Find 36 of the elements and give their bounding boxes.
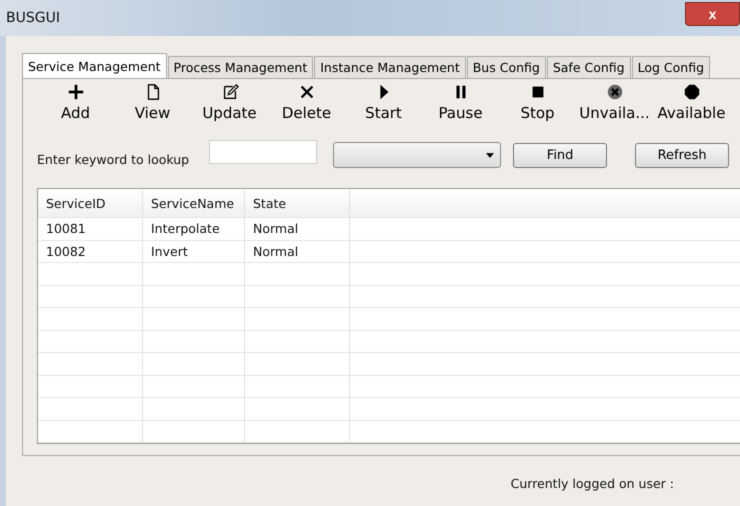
add-icon — [66, 83, 84, 101]
toolbar-button[interactable]: Unvaila... — [576, 81, 653, 124]
table-cell: 10082 — [38, 240, 143, 262]
toolbar-button[interactable]: Available — [653, 81, 730, 124]
refresh-button[interactable]: Refresh — [635, 142, 730, 168]
table-cell: Normal — [245, 240, 350, 262]
toolbar-button[interactable]: View — [114, 81, 191, 124]
table-cell: Normal — [245, 218, 350, 240]
toolbar-button[interactable]: Stop — [499, 81, 576, 124]
table-cell: Invert — [143, 240, 245, 262]
close-button[interactable]: x — [685, 2, 740, 26]
unavailable-icon — [606, 83, 624, 101]
toolbar-button[interactable]: Pause — [422, 81, 499, 124]
status-text: Currently logged on user : — [510, 476, 674, 491]
toolbar-button[interactable]: Delete — [268, 81, 345, 124]
column-header[interactable]: ServiceName — [143, 189, 245, 217]
available-icon — [682, 83, 700, 101]
search-label: Enter keyword to lookup — [37, 152, 190, 166]
table-cell: Interpolate — [143, 218, 245, 240]
column-header[interactable]: State — [245, 189, 350, 217]
search-field[interactable] — [209, 140, 318, 164]
column-header[interactable]: ServiceID — [38, 189, 143, 217]
tab[interactable]: Process Management — [168, 56, 314, 78]
tab[interactable]: Instance Management — [314, 56, 466, 78]
caret-icon — [486, 152, 494, 158]
tab[interactable]: Safe Config — [546, 56, 631, 78]
toolbar-button[interactable]: Start — [345, 81, 422, 124]
toolbar-button[interactable]: Add — [37, 81, 114, 124]
find-button[interactable]: Find — [513, 142, 608, 168]
table-cell: 10081 — [38, 218, 143, 240]
tab[interactable]: Service Management — [22, 53, 167, 78]
filter-dropdown[interactable] — [333, 142, 502, 168]
toolbar-button[interactable]: Update — [191, 81, 268, 124]
window-title: BUSGUI — [5, 10, 60, 26]
tab[interactable]: Log Config — [632, 56, 710, 78]
tab[interactable]: Bus Config — [466, 56, 546, 78]
